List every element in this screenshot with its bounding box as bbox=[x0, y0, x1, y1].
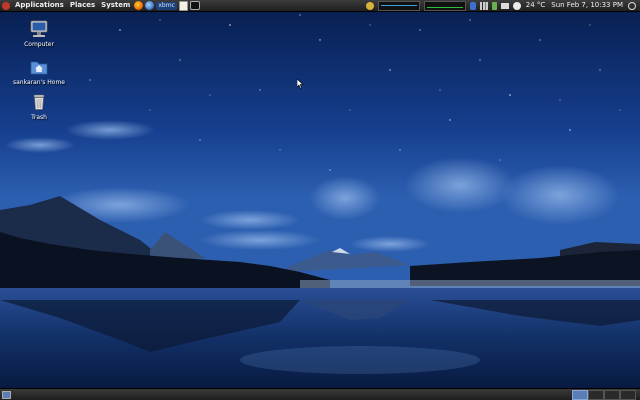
desktop-icon-trash[interactable]: Trash bbox=[9, 92, 69, 121]
mail-icon[interactable] bbox=[500, 2, 509, 9]
network-signal-icon[interactable] bbox=[479, 1, 488, 10]
shutdown-icon[interactable] bbox=[628, 1, 636, 10]
workspace-3[interactable] bbox=[604, 390, 620, 400]
bottom-panel bbox=[0, 388, 640, 400]
desktop-icon-label: Trash bbox=[31, 114, 47, 121]
weather-icon[interactable] bbox=[512, 1, 521, 10]
workspace-1[interactable] bbox=[572, 390, 588, 400]
trash-icon bbox=[29, 92, 49, 112]
workspace-4[interactable] bbox=[620, 390, 636, 400]
terminal-icon[interactable] bbox=[189, 1, 200, 10]
places-menu[interactable]: Places bbox=[67, 0, 98, 11]
panel-clock[interactable]: Sun Feb 7, 10:33 PM bbox=[551, 0, 623, 11]
distro-logo-icon[interactable] bbox=[2, 1, 10, 10]
weather-temperature[interactable]: 24 °C bbox=[526, 0, 546, 11]
desktop-icon-label: Computer bbox=[24, 41, 54, 48]
desktop-icon-home[interactable]: sankaran's Home bbox=[9, 57, 69, 86]
workspace-switcher[interactable] bbox=[572, 389, 636, 400]
desktop-icon-computer[interactable]: Computer bbox=[9, 19, 69, 48]
bluetooth-icon[interactable] bbox=[469, 1, 476, 10]
show-desktop-icon[interactable] bbox=[2, 391, 11, 399]
applications-menu[interactable]: Applications bbox=[12, 0, 67, 11]
desktop-icon-label: sankaran's Home bbox=[13, 79, 65, 86]
workspace-2[interactable] bbox=[588, 390, 604, 400]
desktop-wallpaper bbox=[0, 0, 640, 388]
mouse-pointer-icon bbox=[297, 79, 304, 89]
power-icon[interactable] bbox=[491, 1, 497, 10]
home-folder-icon bbox=[29, 57, 49, 77]
computer-icon bbox=[29, 19, 49, 39]
xbmc-launcher[interactable]: xbmc bbox=[156, 1, 177, 10]
top-panel: Applications Places System xbmc 24 °C Su… bbox=[0, 0, 640, 12]
system-monitor-network[interactable] bbox=[423, 0, 466, 11]
update-notifier-icon[interactable] bbox=[365, 1, 374, 10]
system-menu[interactable]: System bbox=[98, 0, 133, 11]
web-browser-icon[interactable] bbox=[145, 1, 155, 10]
firefox-icon[interactable] bbox=[134, 1, 144, 10]
system-monitor-cpu[interactable] bbox=[377, 0, 420, 11]
text-editor-icon[interactable] bbox=[178, 0, 188, 11]
